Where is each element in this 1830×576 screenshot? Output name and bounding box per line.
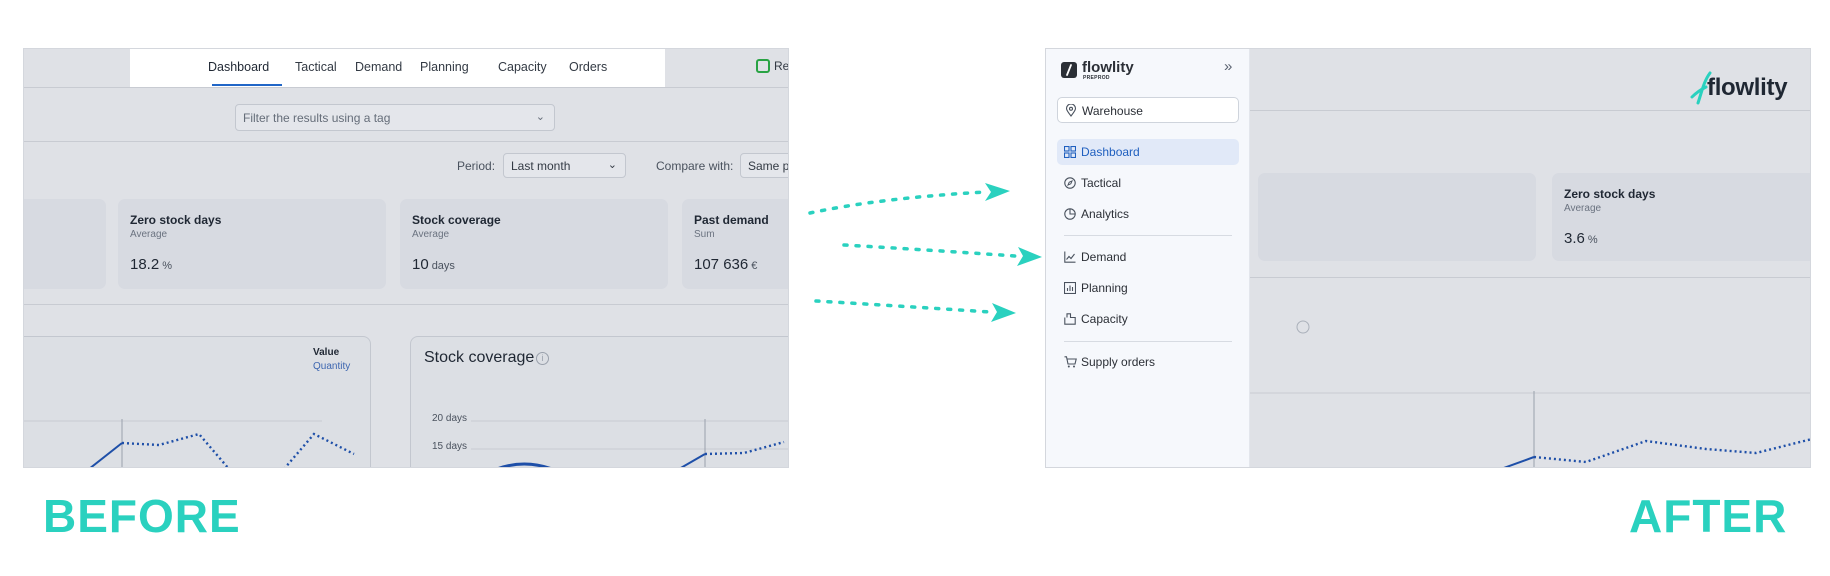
compass-icon (1064, 177, 1076, 189)
sidebar-item-planning[interactable]: Planning (1057, 275, 1239, 301)
arrow-dotted-line (808, 190, 987, 215)
after-label: AFTER (1629, 490, 1788, 542)
location-pin-icon (1065, 104, 1077, 117)
sidebar-logo-text[interactable]: flowlity (1082, 59, 1134, 76)
sidebar: flowlity PREPROD » Warehouse Dashboard T… (1046, 49, 1250, 467)
dashboard-icon (1064, 146, 1076, 158)
sidebar-item-label: Demand (1081, 250, 1127, 264)
info-icon (1296, 320, 1310, 334)
line-chart-icon (1064, 251, 1076, 263)
collapse-sidebar-icon[interactable]: » (1224, 58, 1232, 75)
cart-icon (1064, 356, 1077, 368)
sidebar-item-dashboard[interactable]: Dashboard (1057, 139, 1239, 165)
sidebar-item-capacity[interactable]: Capacity (1057, 306, 1239, 332)
sidebar-item-demand[interactable]: Demand (1057, 244, 1239, 270)
series-forecast-line (1533, 438, 1810, 464)
sidebar-divider (1064, 341, 1232, 342)
sidebar-item-label: Capacity (1081, 312, 1128, 326)
bar-chart-icon (1064, 282, 1076, 294)
sidebar-item-label: Planning (1081, 281, 1128, 295)
sidebar-item-label: Tactical (1081, 176, 1122, 190)
before-label: BEFORE (43, 490, 241, 542)
sidebar-divider (1064, 235, 1232, 236)
series-actual-line (1503, 456, 1535, 467)
warehouse-selector[interactable]: Warehouse (1057, 97, 1239, 123)
arrow-head (1017, 247, 1042, 266)
sidebar-item-label: Supply orders (1081, 355, 1156, 369)
sidebar-item-label: Analytics (1081, 207, 1130, 221)
arrow-head (985, 183, 1010, 201)
flowlity-logo-icon (1061, 62, 1077, 78)
after-screenshot: flowlity Zero stock days Average 3.6% fl… (1045, 48, 1811, 468)
arrow-dotted-line (842, 243, 1017, 258)
warehouse-label: Warehouse (1082, 104, 1143, 118)
arrow-dotted-line (814, 299, 992, 314)
pie-icon (1064, 208, 1076, 220)
environment-label: PREPROD (1083, 75, 1110, 81)
arrow-head (991, 303, 1016, 322)
sidebar-item-supply-orders[interactable]: Supply orders (1057, 349, 1239, 375)
sidebar-item-tactical[interactable]: Tactical (1057, 170, 1239, 196)
sidebar-item-label: Dashboard (1081, 145, 1140, 159)
sidebar-item-analytics[interactable]: Analytics (1057, 201, 1239, 227)
capacity-icon (1064, 313, 1076, 325)
